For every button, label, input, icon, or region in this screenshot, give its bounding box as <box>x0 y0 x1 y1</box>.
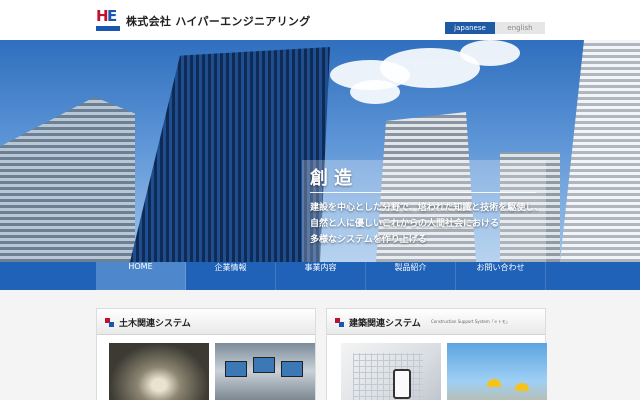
logo-letter-e: E <box>107 7 118 25</box>
cloud-shape <box>460 40 520 66</box>
panel-building-subtitle: Construction Support System「ｅトモ」 <box>431 319 510 324</box>
company-name: 株式会社 ハイパーエンジニアリング <box>126 15 311 28</box>
company-logo[interactable]: H E <box>96 7 120 33</box>
panel-square-icon <box>335 318 344 327</box>
panel-civil-header[interactable]: 土木関連システム <box>97 309 315 335</box>
language-switcher: japanese english <box>445 22 545 34</box>
page: H E 株式会社 ハイパーエンジニアリング japanese english 創… <box>0 0 640 400</box>
tablet-blueprint-photo[interactable] <box>341 343 441 400</box>
logo-letter-h: H <box>96 7 109 25</box>
logo-strip <box>96 26 120 31</box>
nav-contact[interactable]: お問い合わせ <box>456 262 546 290</box>
nav-company[interactable]: 企業情報 <box>186 262 276 290</box>
nav-home[interactable]: HOME <box>96 262 186 290</box>
tagline-line-3: 多様なシステムを作り上げる <box>310 235 427 245</box>
panel-civil-title: 土木関連システム <box>119 319 191 329</box>
construction-site-photo[interactable] <box>447 343 547 400</box>
hero-banner: 創造 建設を中心とした分野で、培われた知識と技術を駆使し、 自然と人に優しいこれ… <box>0 40 640 262</box>
panel-building: 建築関連システム Construction Support System「ｅトモ… <box>326 308 547 400</box>
tagline-box: 創造 建設を中心とした分野で、培われた知識と技術を駆使し、 自然と人に優しいこれ… <box>302 160 546 262</box>
content-area: 土木関連システム 建築関連システム Construction Support S… <box>0 290 640 400</box>
lang-japanese-button[interactable]: japanese <box>445 22 495 34</box>
tagline-title: 創造 <box>310 168 358 189</box>
tunnel-photo[interactable] <box>109 343 209 400</box>
panel-civil: 土木関連システム <box>96 308 316 400</box>
panel-square-icon <box>105 318 114 327</box>
tagline-line-1: 建設を中心とした分野で、培われた知識と技術を駆使し、 <box>310 203 544 213</box>
control-room-photo[interactable] <box>215 343 315 400</box>
header-bar: H E 株式会社 ハイパーエンジニアリング japanese english <box>0 0 640 40</box>
tagline-line-2: 自然と人に優しいこれからの人間社会における <box>310 219 500 229</box>
tagline-divider <box>310 192 536 193</box>
building-left <box>0 97 135 262</box>
building-right <box>560 40 640 262</box>
lang-english-button[interactable]: english <box>495 22 545 34</box>
panel-building-header[interactable]: 建築関連システム Construction Support System「ｅトモ… <box>327 309 545 335</box>
main-nav: HOME 企業情報 事業内容 製品紹介 お問い合わせ <box>0 262 640 290</box>
nav-products[interactable]: 製品紹介 <box>366 262 456 290</box>
nav-business[interactable]: 事業内容 <box>276 262 366 290</box>
panel-building-title: 建築関連システム <box>349 319 421 329</box>
building-main <box>130 47 330 262</box>
cloud-shape <box>350 80 400 104</box>
